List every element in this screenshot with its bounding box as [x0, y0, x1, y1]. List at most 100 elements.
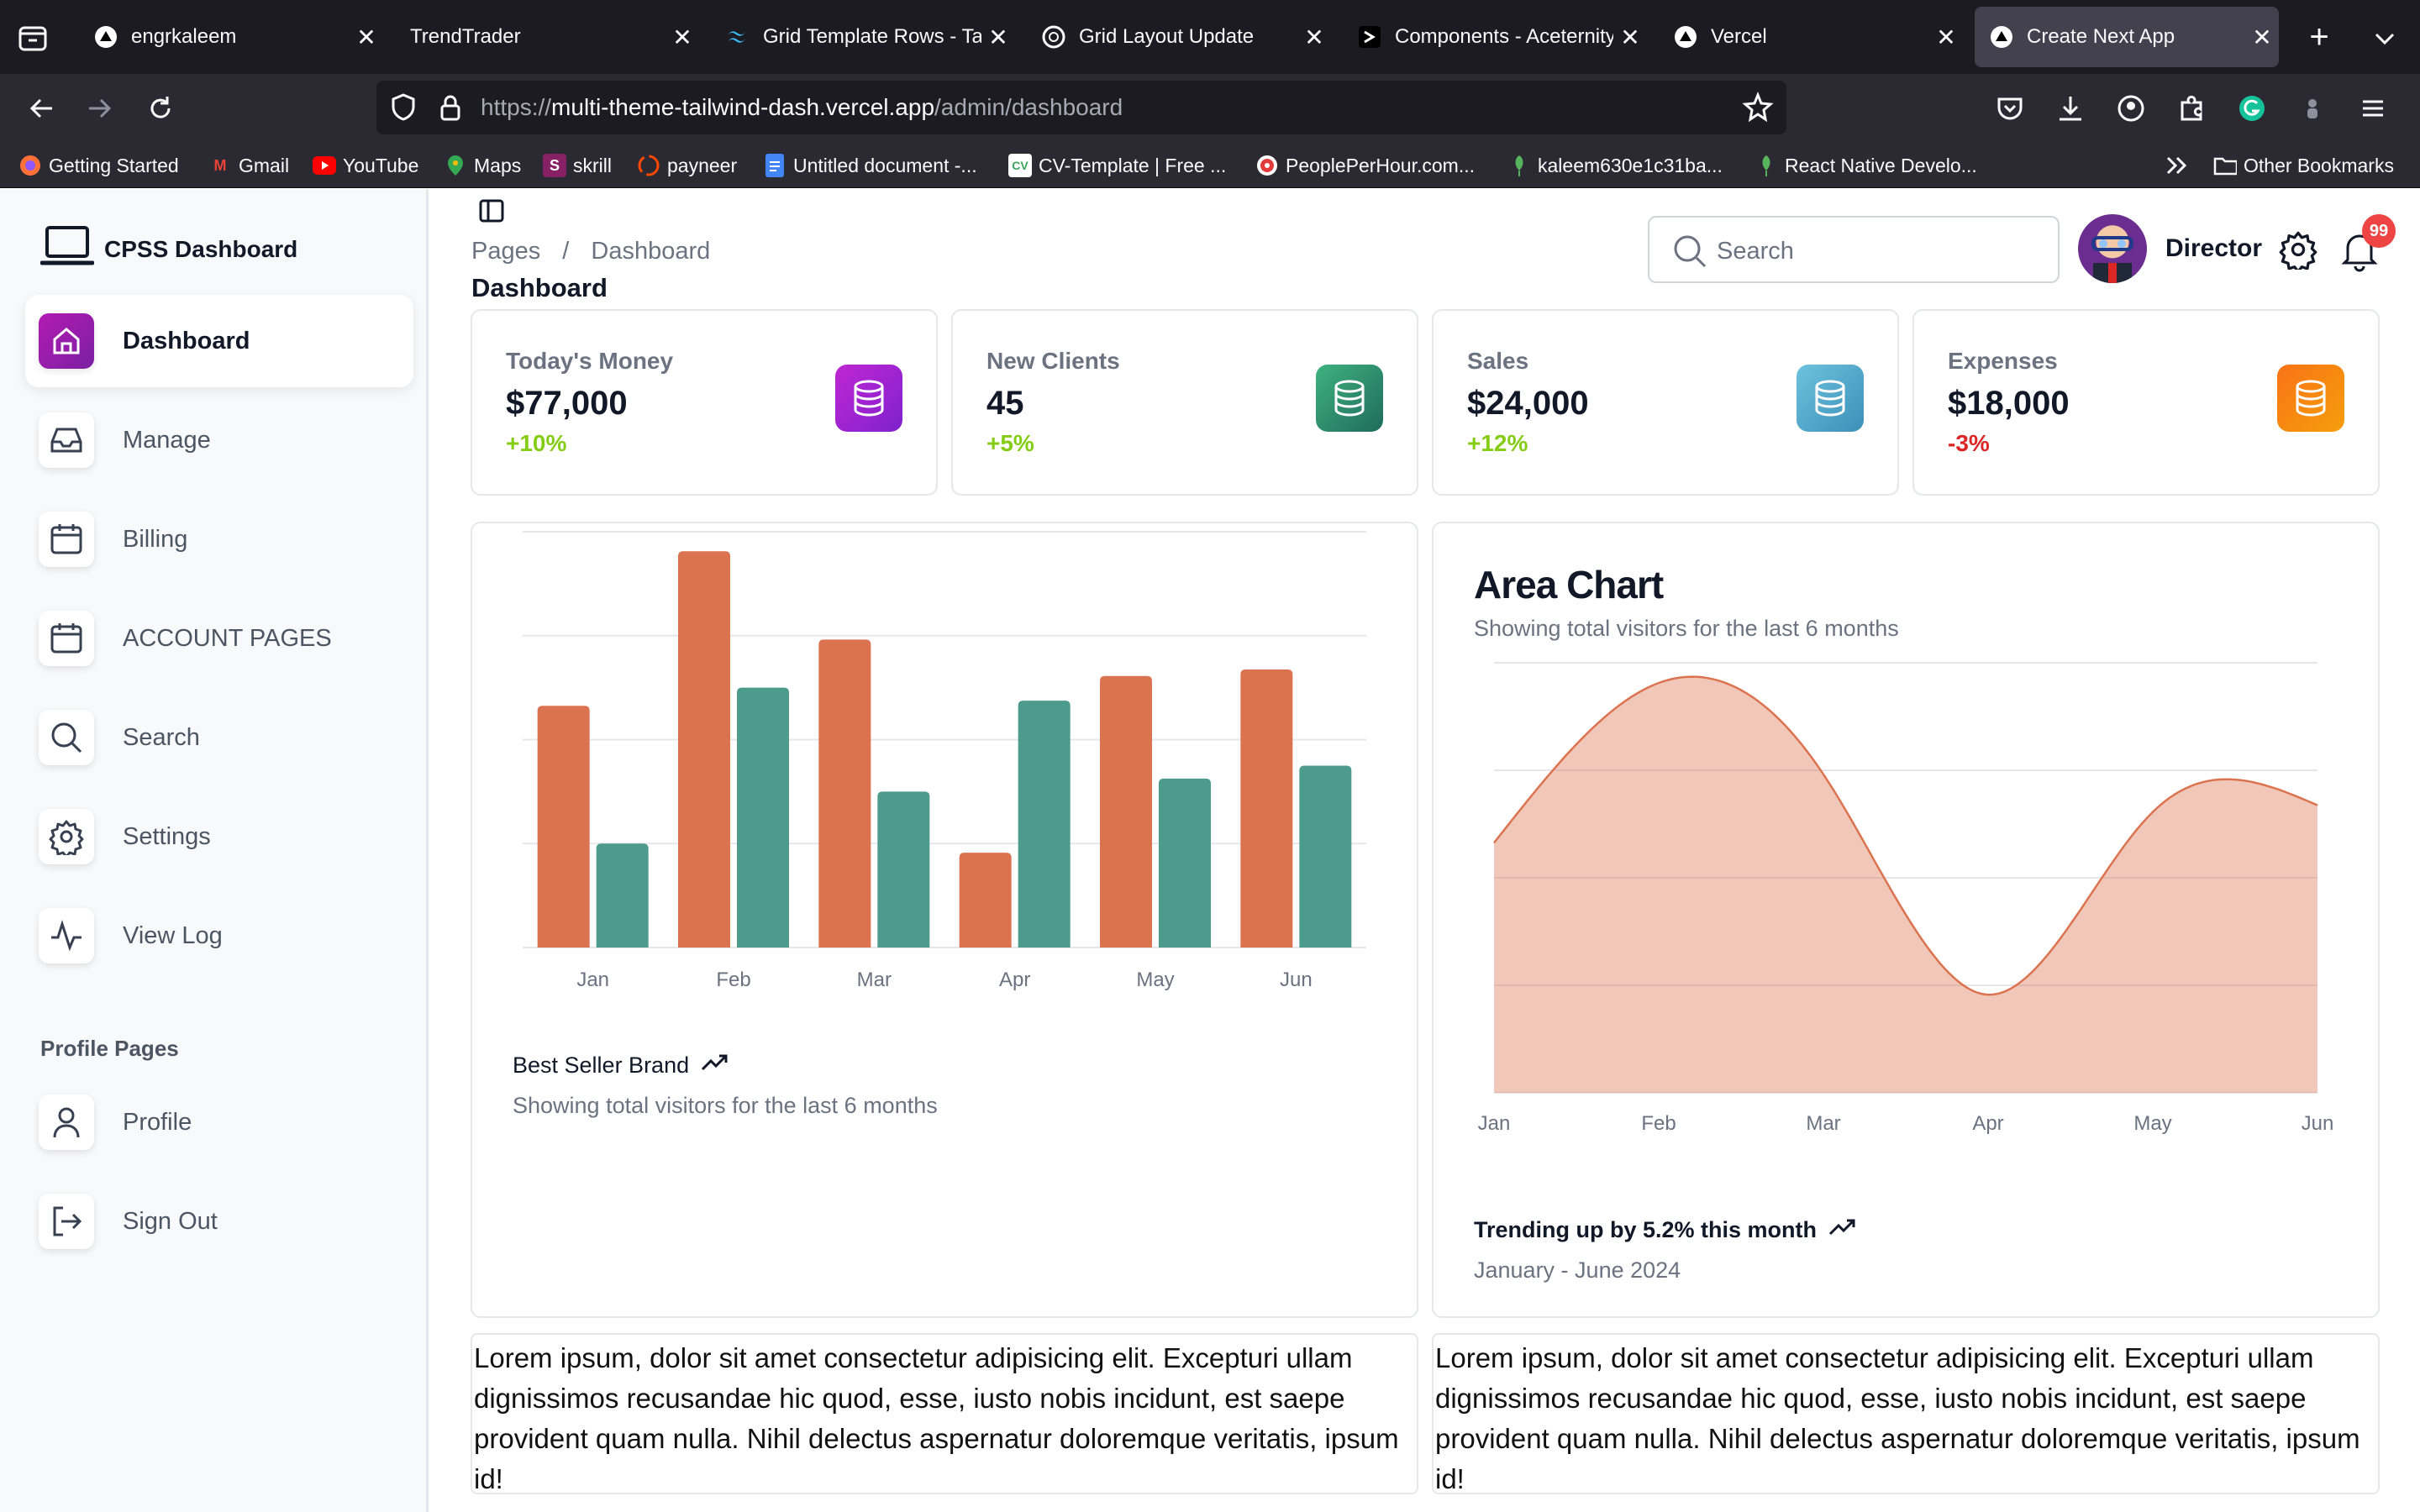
bookmark-label: Maps — [474, 154, 522, 176]
bar[interactable] — [818, 639, 871, 948]
sidebar-item-profile[interactable]: Profile — [25, 1076, 413, 1168]
search-input[interactable]: Search — [1648, 216, 2060, 283]
bar[interactable] — [737, 687, 789, 948]
sidebar-item-search[interactable]: Search — [25, 691, 413, 784]
grammarly-icon[interactable] — [2235, 92, 2269, 125]
bar[interactable] — [596, 843, 649, 948]
close-icon[interactable]: ✕ — [1297, 24, 1331, 51]
tab-aceternity[interactable]: Components - Aceternity ✕ — [1343, 7, 1647, 67]
close-icon[interactable]: ✕ — [2245, 24, 2279, 51]
bar[interactable] — [1159, 778, 1211, 948]
pocket-icon[interactable] — [1993, 92, 2027, 125]
stat-change: +12% — [1467, 430, 1528, 456]
other-bookmarks[interactable]: Other Bookmarks — [2213, 153, 2394, 178]
sidebar-item-manage[interactable]: Manage — [25, 394, 413, 486]
tab-vercel[interactable]: Vercel ✕ — [1659, 7, 1963, 67]
url-bar[interactable]: https://multi-theme-tailwind-dash.vercel… — [376, 81, 1786, 134]
sidebar-item-account-pages[interactable]: ACCOUNT PAGES — [25, 592, 413, 685]
close-icon[interactable]: ✕ — [350, 24, 383, 51]
extension-puppet-icon[interactable] — [2296, 92, 2329, 125]
main-content: Pages / Dashboard Dashboard Search Direc… — [431, 189, 2420, 1512]
tab-trendtrader[interactable]: TrendTrader ✕ — [395, 7, 699, 67]
sidebar-toggle-icon[interactable] — [478, 197, 505, 224]
tab-grid-template-rows[interactable]: Grid Template Rows - Tai ✕ — [711, 7, 1015, 67]
bookmark-label: Getting Started — [49, 154, 179, 176]
sidebar-item-sign-out[interactable]: Sign Out — [25, 1175, 413, 1268]
bookmark-label: skrill — [573, 154, 612, 176]
sidebar-item-label: ACCOUNT PAGES — [123, 624, 332, 652]
close-icon[interactable]: ✕ — [1929, 24, 1963, 51]
brand[interactable]: CPSS Dashboard — [39, 223, 297, 276]
stat-change: -3% — [1948, 430, 1990, 456]
sidebar-item-view-log[interactable]: View Log — [25, 890, 413, 982]
hamburger-menu-icon[interactable] — [2356, 92, 2390, 125]
account-icon[interactable] — [2114, 92, 2148, 125]
sidebar-item-dashboard[interactable]: Dashboard — [25, 295, 413, 387]
bookmark-label: PeoplePerHour.com... — [1286, 154, 1476, 176]
forward-arrow-icon[interactable] — [77, 86, 123, 131]
bookmark-kaleem[interactable]: kaleem630e1c31ba... — [1507, 153, 1723, 178]
stat-card-sales[interactable]: Sales $24,000 +12% — [1432, 309, 1899, 496]
tab-engrkaleem[interactable]: engrkaleem ✕ — [79, 7, 383, 67]
bar-chart-card: Jan Feb Mar Apr May Jun Best Seller Brand Sho… — [471, 522, 1418, 1318]
new-tab-icon[interactable]: + — [2302, 18, 2336, 55]
more-bookmarks-chevron-icon[interactable] — [2165, 153, 2190, 178]
reload-icon[interactable] — [138, 86, 183, 131]
close-icon[interactable]: ✕ — [981, 24, 1015, 51]
vercel-triangle-icon — [1990, 25, 2013, 49]
bar[interactable] — [1299, 765, 1352, 948]
notification-badge: 99 — [2362, 214, 2396, 248]
area-chart-footer-subtitle: January - June 2024 — [1474, 1257, 1681, 1283]
bookmark-gmail[interactable]: M Gmail — [208, 153, 290, 178]
extensions-icon[interactable] — [2175, 92, 2208, 125]
bookmark-cv-template[interactable]: CV CV-Template | Free ... — [1008, 153, 1226, 178]
bookmark-peopleperhour[interactable]: PeoplePerHour.com... — [1255, 153, 1475, 178]
x-tick-label: May — [1136, 969, 1174, 991]
back-arrow-icon[interactable] — [18, 86, 64, 131]
user-name[interactable]: Director — [2165, 234, 2262, 263]
bookmark-youtube[interactable]: YouTube — [313, 153, 418, 178]
stat-card-expenses[interactable]: Expenses $18,000 -3% — [1912, 309, 2380, 496]
area-chart-card: Area Chart Showing total visitors for th… — [1432, 522, 2380, 1318]
stat-change: +5% — [986, 430, 1034, 456]
sidebar-item-billing[interactable]: Billing — [25, 493, 413, 585]
url-text[interactable]: https://multi-theme-tailwind-dash.vercel… — [481, 94, 1123, 121]
bookmark-maps[interactable]: Maps — [444, 153, 521, 178]
close-icon[interactable]: ✕ — [666, 24, 699, 51]
breadcrumb-root[interactable]: Pages — [471, 238, 540, 265]
tab-create-next-app[interactable]: Create Next App ✕ — [1975, 7, 2279, 67]
bookmark-react-native[interactable]: React Native Develo... — [1754, 153, 1977, 178]
close-icon[interactable]: ✕ — [1613, 24, 1647, 51]
x-tick-label: Jun — [1280, 969, 1313, 991]
bookmark-untitled-document[interactable]: Untitled document -... — [763, 153, 977, 178]
bar[interactable] — [877, 791, 930, 948]
chevron-down-icon[interactable] — [2368, 22, 2402, 55]
bar[interactable] — [1240, 669, 1293, 948]
laptop-icon — [39, 223, 95, 276]
bookmark-skrill[interactable]: Sskrill — [543, 153, 612, 178]
stat-card-todays-money[interactable]: Today's Money $77,000 +10% — [471, 309, 938, 496]
maps-pin-icon — [444, 154, 467, 177]
logout-icon — [39, 1194, 94, 1249]
bar[interactable] — [1018, 701, 1071, 948]
gear-icon[interactable] — [2278, 229, 2318, 273]
browser-tab-bar: engrkaleem ✕ TrendTrader ✕ Grid Template… — [0, 0, 2420, 74]
lock-icon[interactable] — [434, 91, 467, 124]
bookmark-payneer[interactable]: payneer — [637, 153, 737, 178]
lorem-paragraph-right: Lorem ipsum, dolor sit amet consectetur … — [1432, 1333, 2380, 1494]
stat-card-new-clients[interactable]: New Clients 45 +5% — [951, 309, 1418, 496]
skrill-icon: S — [543, 154, 566, 177]
database-icon — [1316, 365, 1383, 432]
bookmark-getting-started[interactable]: Getting Started — [18, 153, 179, 178]
tab-overview-icon[interactable] — [17, 22, 49, 54]
shield-icon[interactable] — [387, 91, 420, 124]
bar[interactable] — [1100, 675, 1152, 948]
download-icon[interactable] — [2054, 92, 2087, 125]
tab-grid-layout-update[interactable]: Grid Layout Update ✕ — [1027, 7, 1331, 67]
bar[interactable] — [678, 551, 730, 948]
star-icon[interactable] — [1741, 91, 1775, 124]
sidebar-item-settings[interactable]: Settings — [25, 790, 413, 883]
bar[interactable] — [959, 853, 1012, 948]
avatar[interactable] — [2078, 214, 2147, 283]
bar[interactable] — [537, 706, 590, 948]
